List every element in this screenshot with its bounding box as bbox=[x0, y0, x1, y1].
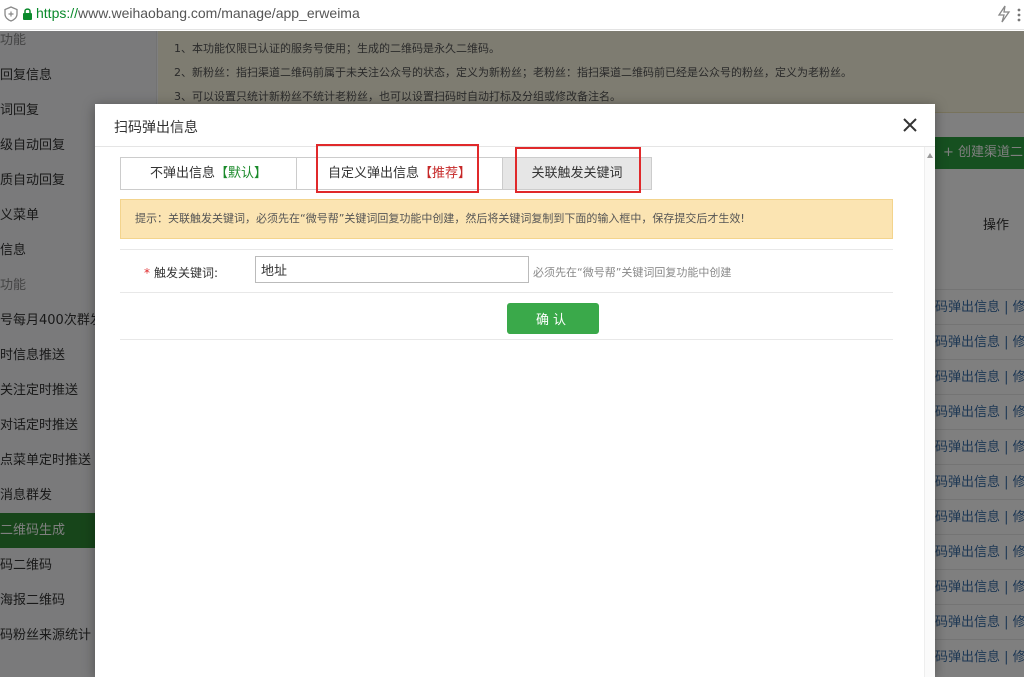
dialog-scrollbar[interactable] bbox=[924, 147, 935, 677]
scan-popup-dialog: 扫码弹出信息 不弹出信息【默认】 自定义弹出信息【推荐】 关联触发关键词 提示：… bbox=[95, 104, 935, 677]
lightning-icon[interactable] bbox=[996, 5, 1012, 23]
url-path: www.weihaobang.com/manage/app_erweima bbox=[78, 5, 360, 21]
tab-no-popup[interactable]: 不弹出信息【默认】 bbox=[120, 157, 297, 190]
more-icon[interactable] bbox=[1014, 6, 1024, 24]
url-field[interactable]: https://www.weihaobang.com/manage/app_er… bbox=[36, 5, 360, 21]
shield-icon bbox=[4, 6, 18, 22]
tab-tag-default: 【默认】 bbox=[215, 166, 268, 181]
tab-label: 不弹出信息 bbox=[149, 166, 215, 181]
required-mark: * bbox=[144, 266, 150, 280]
keyword-help-text: 必须先在“微号帮”关键词回复功能中创建 bbox=[533, 266, 732, 279]
close-icon[interactable] bbox=[901, 116, 919, 134]
keyword-input[interactable] bbox=[255, 256, 529, 283]
keyword-label: * 触发关键词: bbox=[144, 264, 218, 281]
tab-label: 关联触发关键词 bbox=[531, 166, 623, 181]
keyword-label-text: 触发关键词: bbox=[154, 266, 219, 280]
button-row: 确认 bbox=[120, 298, 893, 340]
dialog-title: 扫码弹出信息 bbox=[114, 120, 198, 136]
lock-icon bbox=[23, 8, 32, 20]
tab-custom-popup[interactable]: 自定义弹出信息【推荐】 bbox=[296, 157, 503, 190]
dialog-header: 扫码弹出信息 bbox=[95, 104, 935, 147]
hint-banner: 提示：关联触发关键词，必须先在“微号帮”关键词回复功能中创建，然后将关键词复制到… bbox=[120, 199, 893, 239]
confirm-button[interactable]: 确认 bbox=[507, 303, 599, 334]
popup-mode-tabs: 不弹出信息【默认】 自定义弹出信息【推荐】 关联触发关键词 bbox=[120, 157, 652, 190]
tab-label: 自定义弹出信息 bbox=[327, 166, 419, 181]
keyword-form-row: * 触发关键词: 必须先在“微号帮”关键词回复功能中创建 bbox=[120, 249, 893, 293]
browser-address-bar: https://www.weihaobang.com/manage/app_er… bbox=[0, 0, 1024, 30]
tab-tag-recommended: 【推荐】 bbox=[419, 166, 472, 181]
tab-keyword-trigger[interactable]: 关联触发关键词 bbox=[502, 157, 652, 190]
url-protocol: https:// bbox=[36, 5, 79, 21]
